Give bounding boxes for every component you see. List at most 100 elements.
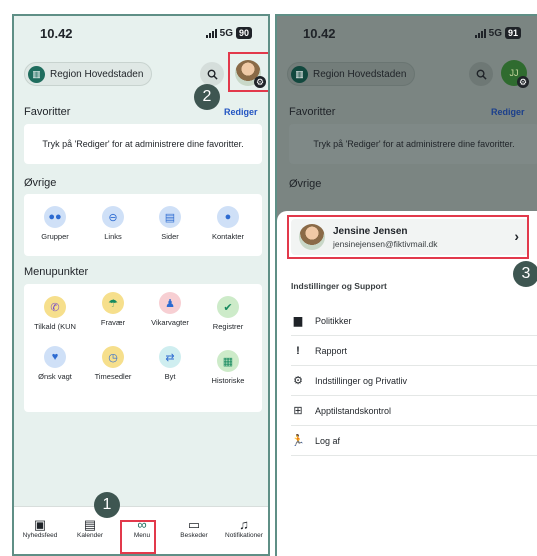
region-logo-icon: ▥: [291, 65, 308, 83]
grid-item-onsk-vagt[interactable]: ♥ Ønsk vagt: [27, 346, 83, 381]
menu-item-label: Apptilstandskontrol: [315, 405, 392, 416]
network-label: 5G: [219, 27, 233, 39]
edit-favorites-link[interactable]: Rediger: [224, 107, 258, 117]
menu-item-label: Indstillinger og Privatliv: [315, 375, 408, 386]
search-icon: [476, 69, 487, 80]
step-badge-3: 3: [513, 261, 537, 287]
plus-box-icon: ⊞: [293, 405, 303, 417]
grid-item-byt[interactable]: ⇄ Byt: [142, 346, 198, 381]
contact-icon: ●: [217, 206, 239, 228]
status-signal: 5G 90: [205, 27, 252, 39]
grid-label: Tilkald (KUN: [34, 322, 76, 331]
link-icon: ⊖: [102, 206, 124, 228]
phone-call-icon: ✆: [44, 296, 66, 318]
gear-icon: ⚙: [293, 375, 303, 387]
nav-label: Nyhedsfeed: [22, 532, 58, 539]
other-title: Øvrige: [289, 178, 322, 190]
grid-label: Timesedler: [94, 372, 132, 381]
grid-item-sider[interactable]: ▤ Sider: [142, 206, 198, 241]
nav-newsfeed[interactable]: ▣ Nyhedsfeed: [16, 517, 64, 539]
network-label: 5G: [488, 27, 502, 39]
menu-item-logout[interactable]: 🏃 Log af: [291, 426, 537, 456]
region-selector[interactable]: ▥ Region Hovedstaden: [24, 62, 153, 86]
nav-messages[interactable]: ▭ Beskeder: [170, 517, 218, 539]
grid-label: Vikarvagter: [151, 318, 189, 327]
history-doc-icon: ▦: [217, 350, 239, 372]
messages-icon: ▭: [187, 517, 201, 532]
staff-icon: ♟: [159, 292, 181, 314]
grid-item-vikarvagter[interactable]: ♟ Vikarvagter: [142, 292, 198, 327]
avatar-initials: JJ: [509, 68, 519, 78]
nav-label: Beskeder: [180, 532, 208, 539]
grid-item-fravaer[interactable]: ☂ Fravær: [85, 292, 141, 327]
nav-notifications[interactable]: ♫ Notifikationer: [220, 517, 268, 539]
book-icon: ▆: [293, 315, 303, 327]
status-bar: 10.42 5G 91: [293, 26, 521, 44]
nav-label: Notifikationer: [225, 532, 263, 539]
favorites-hint: Tryk på 'Rediger' for at administrere di…: [313, 139, 515, 149]
search-icon: [207, 69, 218, 80]
menu-item-label: Rapport: [315, 345, 348, 356]
grid-label: Historiske: [211, 376, 245, 385]
grid-item-links[interactable]: ⊖ Links: [85, 206, 141, 241]
status-signal: 5G 91: [474, 27, 521, 39]
grid-label: Fravær: [100, 318, 126, 327]
heart-icon: ♥: [44, 346, 66, 368]
grid-label: Sider: [161, 232, 179, 241]
left-phone-screen: 10.42 5G 90 ▥ Region Hovedstaden ⚙ 2 Fav…: [12, 14, 270, 556]
gear-icon: ⚙: [517, 76, 529, 88]
signal-icon: [205, 28, 217, 38]
right-phone-screen: 10.42 5G 91 ▥ Region Hovedstaden JJ ⚙ Fa…: [275, 14, 537, 556]
search-button[interactable]: [469, 62, 493, 86]
grid-label: Ønsk vagt: [38, 372, 72, 381]
menu-item-app-health[interactable]: ⊞ Apptilstandskontrol: [291, 396, 537, 426]
battery-icon: 91: [504, 27, 521, 39]
region-label: Region Hovedstaden: [50, 68, 144, 80]
swap-icon: ⇄: [159, 346, 181, 368]
grid-label: Byt: [164, 372, 176, 381]
step-badge-2: 2: [194, 84, 220, 110]
grid-item-kontakter[interactable]: ● Kontakter: [200, 206, 256, 241]
beach-icon: ☂: [102, 292, 124, 314]
search-button[interactable]: [200, 62, 224, 86]
menu-item-label: Politikker: [315, 315, 352, 326]
grid-item-registrer[interactable]: ✔ Registrer: [200, 296, 256, 331]
status-bar: 10.42 5G 90: [30, 26, 252, 44]
newsfeed-icon: ▣: [33, 517, 47, 532]
region-selector[interactable]: ▥ Region Hovedstaden: [287, 62, 416, 86]
users-icon: ●●: [44, 206, 66, 228]
favorites-card: Tryk på 'Rediger' for at administrere di…: [289, 124, 537, 164]
highlight-box-user: [287, 215, 529, 259]
nav-calendar[interactable]: ▤ Kalender: [66, 517, 114, 539]
status-time: 10.42: [40, 26, 73, 41]
exclamation-icon: !: [296, 344, 300, 357]
signal-icon: [474, 28, 486, 38]
menu-title: Menupunkter: [24, 266, 89, 278]
highlight-box-menu: [120, 520, 156, 554]
check-icon: ✔: [217, 296, 239, 318]
grid-item-historiske[interactable]: ▦ Historiske: [200, 350, 256, 385]
region-label: Region Hovedstaden: [313, 68, 407, 80]
grid-label: Registrer: [212, 322, 244, 331]
grid-item-tilkald[interactable]: ✆ Tilkald (KUN: [27, 296, 83, 331]
nav-label: Kalender: [76, 532, 104, 539]
favorites-title: Favoritter: [289, 106, 336, 118]
other-title: Øvrige: [24, 177, 57, 189]
edit-favorites-link[interactable]: Rediger: [491, 107, 525, 117]
favorites-title: Favoritter: [24, 106, 71, 118]
profile-sheet: Jensine Jensen jensinejensen@fiktivmail.…: [277, 211, 537, 556]
grid-label: Links: [104, 232, 122, 241]
menu-item-politikker[interactable]: ▆ Politikker: [291, 306, 537, 336]
grid-label: Kontakter: [211, 232, 245, 241]
bell-icon: ♫: [239, 517, 249, 532]
menu-item-settings-privacy[interactable]: ⚙ Indstillinger og Privatliv: [291, 366, 537, 396]
grid-item-grupper[interactable]: ●● Grupper: [27, 206, 83, 241]
menu-item-rapport[interactable]: ! Rapport: [291, 336, 537, 366]
grid-item-timesedler[interactable]: ◷ Timesedler: [85, 346, 141, 381]
page-icon: ▤: [159, 206, 181, 228]
grid-label: Grupper: [41, 232, 69, 241]
menu-item-label: Log af: [315, 435, 341, 446]
step-badge-1: 1: [94, 492, 120, 518]
region-logo-icon: ▥: [28, 65, 45, 83]
favorites-hint: Tryk på 'Rediger' for at administrere di…: [42, 139, 244, 149]
